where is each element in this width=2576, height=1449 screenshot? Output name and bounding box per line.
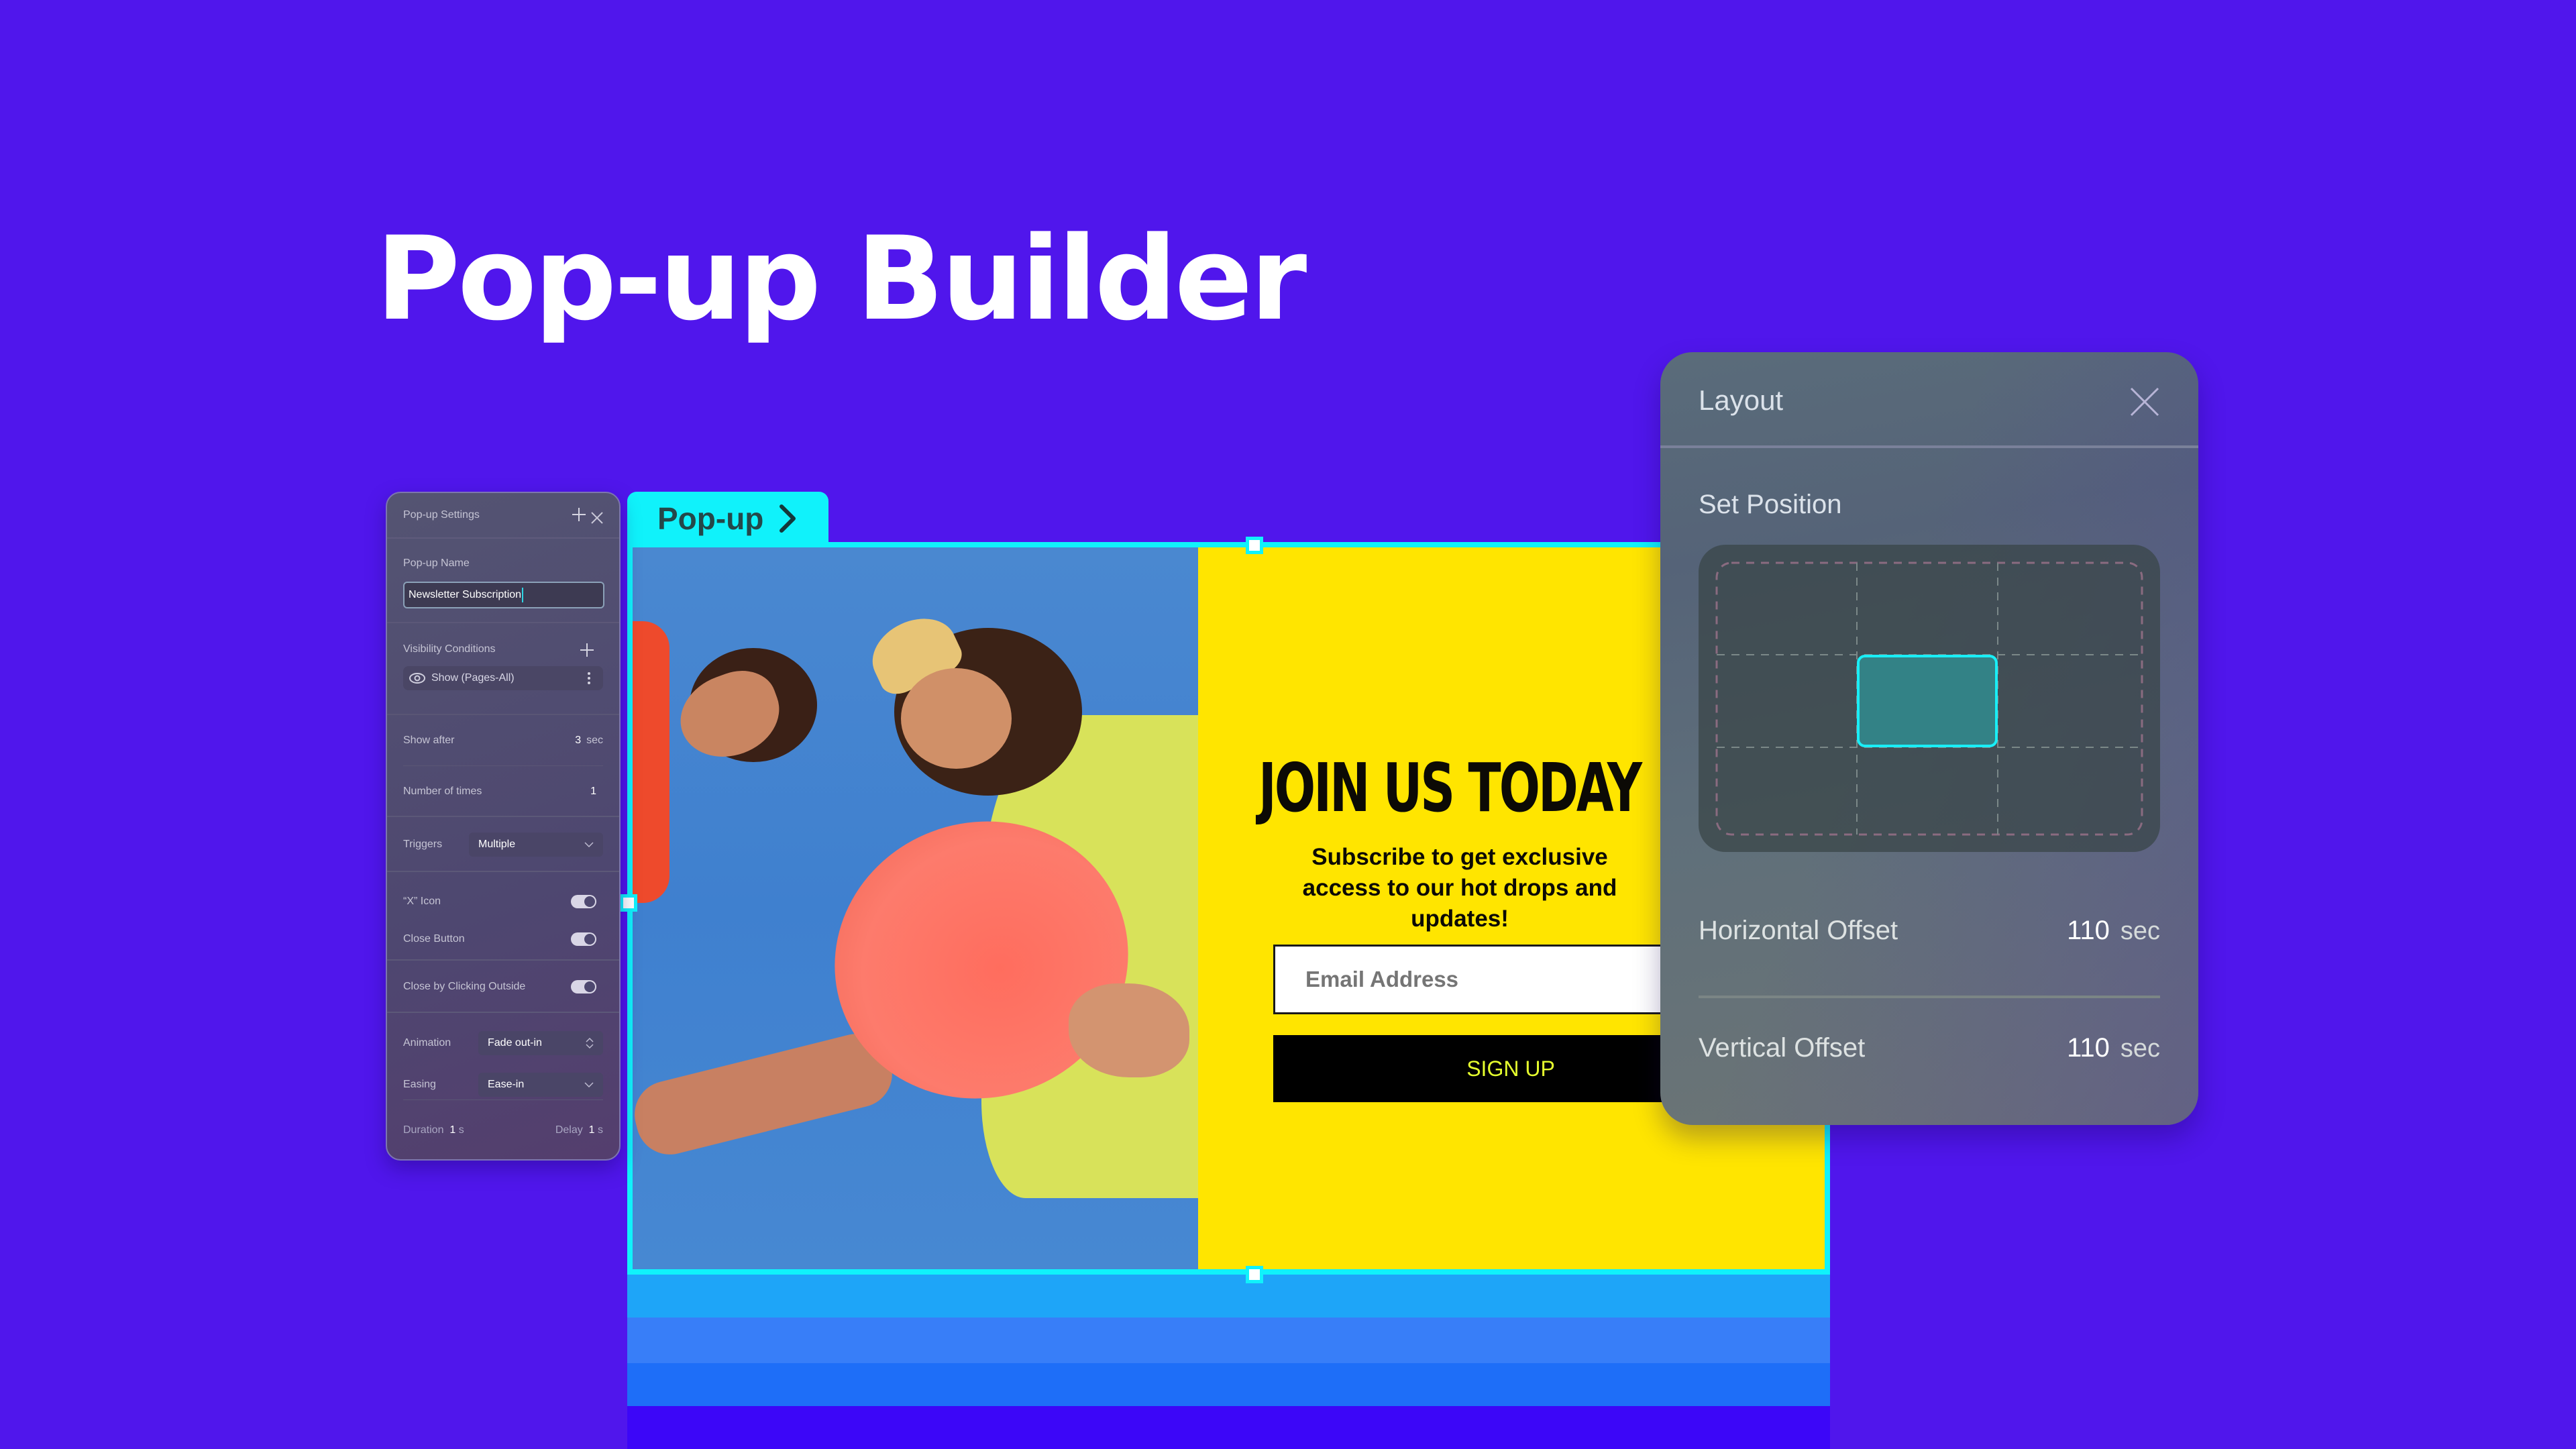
delay-label: Delay	[555, 1124, 583, 1136]
chevron-down-icon	[584, 1082, 594, 1087]
resize-handle-bottom[interactable]	[1246, 1266, 1263, 1283]
chevron-down-icon	[584, 842, 594, 847]
animation-value: Fade out-in	[488, 1037, 542, 1049]
delay-unit: s	[598, 1124, 603, 1136]
duration-value: 1	[449, 1124, 456, 1136]
more-options-icon[interactable]	[587, 672, 591, 685]
popup-name-section: Pop-up Name Newsletter Subscription	[387, 539, 619, 623]
triggers-label: Triggers	[403, 839, 443, 850]
layout-title: Layout	[1699, 384, 1784, 416]
animation-label: Animation	[403, 1037, 451, 1049]
duration-field[interactable]: Duration 1 s	[403, 1124, 464, 1136]
position-cell-center-selected	[1857, 655, 1998, 747]
show-after-field[interactable]: 3 sec	[575, 735, 603, 747]
popup-name-value: Newsletter Subscription	[409, 589, 522, 600]
settings-header: Pop-up Settings	[387, 493, 619, 539]
easing-value: Ease-in	[488, 1079, 525, 1090]
horizontal-offset-row: Horizontal Offset 110 sec	[1699, 916, 2160, 946]
show-after-label: Show after	[403, 735, 455, 746]
close-button-label: Close Button	[403, 933, 465, 945]
visibility-label: Visibility Conditions	[403, 643, 496, 655]
add-condition-icon[interactable]	[579, 642, 595, 658]
settings-title: Pop-up Settings	[403, 509, 480, 521]
x-icon-toggle[interactable]	[571, 895, 596, 908]
vertical-offset-row: Vertical Offset 110 sec	[1699, 1033, 2160, 1063]
visibility-condition-item[interactable]: Show (Pages-All)	[403, 666, 603, 690]
popup-canvas[interactable]: JOIN US TODAY Subscribe to get exclusive…	[627, 542, 1830, 1275]
vertical-offset-value: 110	[2067, 1033, 2110, 1063]
number-of-times-row: Number of times 1	[387, 766, 619, 817]
chevron-right-icon	[780, 504, 796, 533]
updown-chevron-icon	[586, 1037, 594, 1049]
x-icon-label: “X” Icon	[403, 896, 441, 907]
triggers-select[interactable]: Multiple	[469, 833, 603, 857]
close-icon[interactable]	[590, 511, 604, 525]
horizontal-offset-label: Horizontal Offset	[1699, 916, 1898, 945]
show-after-value: 3	[575, 735, 582, 746]
show-after-unit: sec	[586, 735, 603, 746]
eye-icon	[409, 673, 425, 684]
resize-handle-left[interactable]	[620, 894, 637, 912]
popup-tab-label: Pop-up	[657, 501, 764, 536]
popup-name-input[interactable]: Newsletter Subscription	[403, 582, 604, 608]
close-outside-toggle[interactable]	[571, 980, 596, 994]
popup-name-label: Pop-up Name	[403, 557, 470, 569]
visibility-condition-label: Show (Pages-All)	[431, 672, 515, 684]
triggers-row: Triggers Multiple	[387, 817, 619, 872]
set-position-label: Set Position	[1699, 490, 1842, 519]
page-section-strip	[627, 1318, 1830, 1363]
layout-panel: Layout Set Position Horizontal Offset 11…	[1660, 352, 2198, 1125]
delay-value: 1	[588, 1124, 595, 1136]
sign-up-label: SIGN UP	[1466, 1056, 1555, 1081]
animation-section: Animation Fade out-in Easing Ease-in	[403, 1013, 603, 1100]
photo-shape	[1069, 983, 1189, 1077]
easing-select[interactable]: Ease-in	[478, 1073, 603, 1097]
position-picker[interactable]	[1699, 545, 2160, 852]
number-of-times-label: Number of times	[403, 786, 482, 797]
close-icon[interactable]	[2129, 386, 2161, 418]
divider	[1699, 996, 2160, 998]
layout-header: Layout	[1660, 352, 2198, 448]
promo-subtitle: Subscribe to get exclusive access to our…	[1302, 844, 1617, 932]
duration-unit: s	[458, 1124, 464, 1136]
show-after-row: Show after 3 sec	[403, 715, 603, 766]
popup-element-tab[interactable]: Pop-up	[627, 492, 828, 545]
vertical-offset-unit: sec	[2120, 1034, 2160, 1063]
horizontal-offset-unit: sec	[2120, 917, 2160, 945]
vertical-offset-label: Vertical Offset	[1699, 1033, 1866, 1063]
close-button-toggle[interactable]	[571, 932, 596, 946]
vertical-offset-field[interactable]: 110 sec	[2067, 1033, 2160, 1063]
photo-shape	[901, 668, 1012, 769]
promo-title: JOIN US TODAY	[1258, 749, 1642, 827]
text-cursor	[522, 588, 524, 602]
photo-shape	[633, 1026, 900, 1162]
timing-row: Duration 1 s Delay 1 s	[387, 1100, 619, 1161]
triggers-value: Multiple	[478, 839, 516, 850]
duration-label: Duration	[403, 1124, 444, 1136]
page-section-strip	[627, 1363, 1830, 1406]
visibility-section: Visibility Conditions Show (Pages-All)	[387, 623, 619, 715]
popup-settings-panel: Pop-up Settings Pop-up Name Newsletter S…	[386, 492, 621, 1161]
page-section-strip	[627, 1273, 1830, 1318]
page-title: Pop-up Builder	[376, 211, 1307, 346]
resize-handle-top[interactable]	[1246, 537, 1263, 554]
horizontal-offset-field[interactable]: 110 sec	[2067, 916, 2160, 946]
close-outside-label: Close by Clicking Outside	[403, 981, 526, 992]
plus-icon[interactable]	[571, 506, 587, 523]
animation-select[interactable]: Fade out-in	[478, 1031, 603, 1055]
horizontal-offset-value: 110	[2067, 916, 2110, 945]
easing-label: Easing	[403, 1079, 436, 1090]
photo-shape	[633, 621, 669, 903]
number-of-times-value[interactable]: 1	[590, 786, 596, 798]
popup-hero-image	[633, 547, 1198, 1269]
delay-field[interactable]: Delay 1 s	[555, 1124, 603, 1136]
page-section-strip	[627, 1406, 1830, 1449]
close-outside-row: Close by Clicking Outside	[387, 961, 619, 1013]
close-options-section: “X” Icon Close Button	[387, 872, 619, 961]
